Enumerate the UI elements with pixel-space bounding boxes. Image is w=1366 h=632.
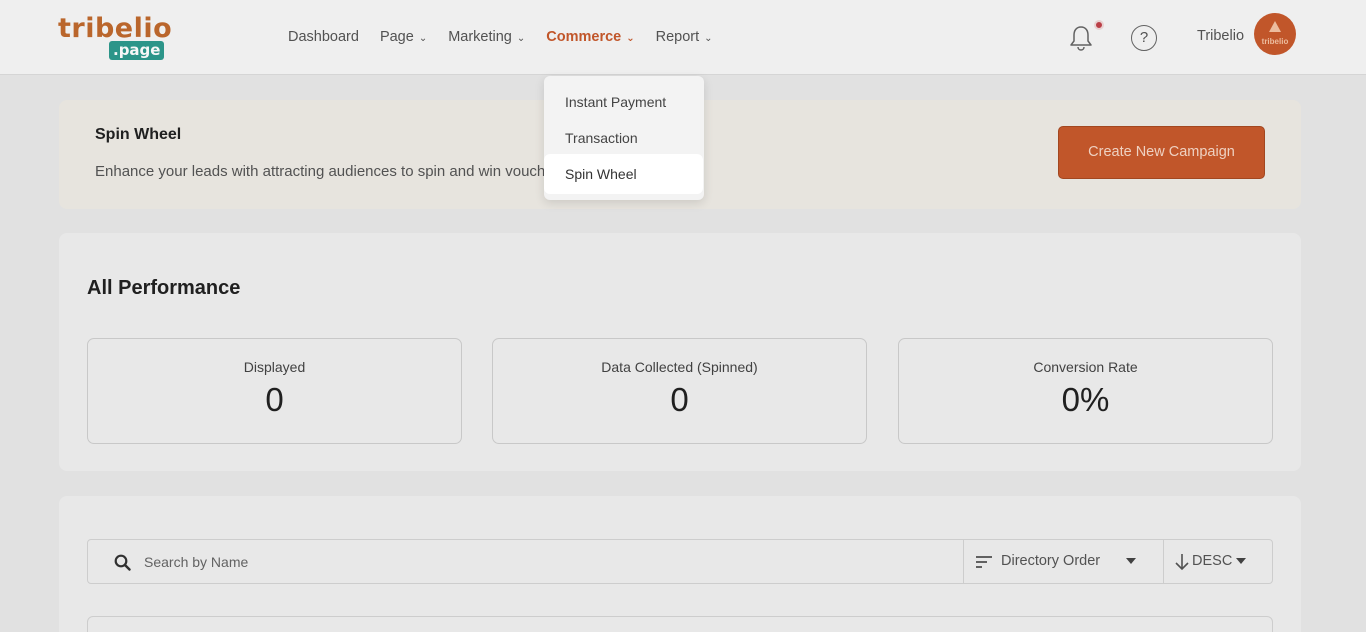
create-new-campaign-button[interactable]: Create New Campaign	[1058, 126, 1265, 179]
page-description: Enhance your leads with attracting audie…	[95, 163, 550, 180]
search-input[interactable]	[144, 540, 944, 583]
nav-marketing[interactable]: Marketing ⌄	[448, 27, 525, 47]
user-name[interactable]: Tribelio	[1197, 28, 1244, 44]
search-toolbar: Directory Order DESC	[87, 539, 1273, 584]
stat-value: 0%	[1061, 381, 1110, 418]
performance-card: All Performance Displayed 0 Data Collect…	[59, 233, 1301, 471]
nav-commerce-label: Commerce	[546, 29, 622, 45]
menu-item-transaction[interactable]: Transaction	[544, 118, 704, 158]
sort-dropdown[interactable]: Directory Order	[963, 540, 1163, 583]
logo-wordmark: tribelio	[58, 13, 173, 44]
chevron-down-icon: ⌄	[704, 32, 713, 44]
main-nav: Dashboard Page ⌄ Marketing ⌄ Commerce ⌄ …	[288, 27, 734, 47]
help-icon[interactable]: ?	[1131, 25, 1157, 51]
order-dropdown[interactable]: DESC	[1163, 540, 1273, 583]
arrow-down-icon	[1175, 554, 1189, 571]
menu-item-instant-payment[interactable]: Instant Payment	[544, 82, 704, 122]
nav-marketing-label: Marketing	[448, 29, 512, 45]
sort-lines-icon	[976, 556, 992, 568]
menu-item-spin-wheel[interactable]: Spin Wheel	[544, 154, 703, 194]
stat-label: Conversion Rate	[1033, 359, 1138, 375]
performance-title: All Performance	[87, 277, 241, 299]
page-title: Spin Wheel	[95, 126, 182, 143]
sort-label: Directory Order	[1001, 553, 1101, 569]
nav-dashboard[interactable]: Dashboard	[288, 27, 359, 47]
caret-down-icon	[1236, 558, 1246, 564]
top-header: tribelio .page Dashboard Page ⌄ Marketin…	[0, 0, 1366, 75]
avatar-logo-icon	[1269, 21, 1281, 32]
nav-commerce[interactable]: Commerce ⌄	[546, 27, 634, 47]
campaign-list-card: Directory Order DESC	[59, 496, 1301, 632]
stat-value: 0	[670, 381, 689, 418]
chevron-down-icon: ⌄	[626, 32, 635, 44]
nav-page[interactable]: Page ⌄	[380, 27, 427, 47]
chevron-down-icon: ⌄	[516, 32, 526, 44]
stat-displayed: Displayed 0	[87, 338, 462, 444]
stat-data-collected: Data Collected (Spinned) 0	[492, 338, 867, 444]
search-icon	[114, 554, 131, 571]
chevron-down-icon: ⌄	[418, 32, 428, 44]
stat-label: Data Collected (Spinned)	[601, 359, 758, 375]
order-label: DESC	[1192, 553, 1233, 569]
notification-dot	[1094, 20, 1104, 30]
nav-report[interactable]: Report ⌄	[656, 27, 713, 47]
bell-icon[interactable]	[1068, 24, 1094, 52]
avatar-text: tribelio	[1261, 37, 1289, 46]
commerce-dropdown-menu: Instant Payment Transaction Spin Wheel	[544, 76, 704, 200]
tribelio-logo[interactable]: tribelio .page	[58, 14, 172, 62]
logo-badge: .page	[109, 41, 165, 60]
stat-label: Displayed	[243, 359, 306, 375]
nav-page-label: Page	[379, 29, 414, 45]
list-item[interactable]	[87, 616, 1273, 632]
stat-conversion-rate: Conversion Rate 0%	[898, 338, 1273, 444]
avatar[interactable]: tribelio	[1254, 13, 1296, 55]
nav-report-label: Report	[655, 29, 700, 45]
caret-down-icon	[1126, 558, 1136, 564]
nav-dashboard-label: Dashboard	[288, 29, 359, 45]
stat-value: 0	[265, 381, 284, 418]
